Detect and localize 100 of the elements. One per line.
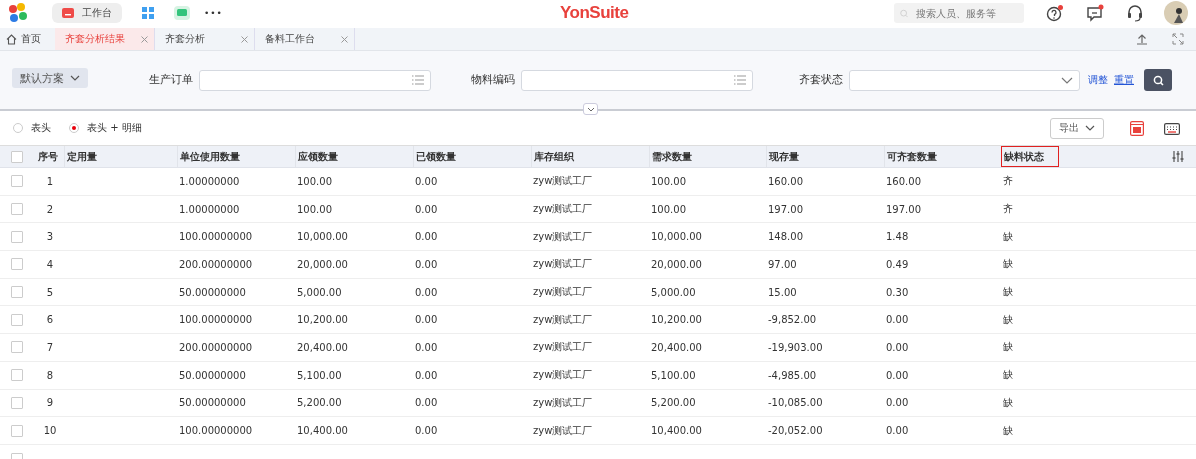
- table-cell: zyw测试工厂: [533, 258, 593, 270]
- chevron-down-icon: [1061, 76, 1073, 84]
- table-cell: 15.00: [768, 286, 797, 298]
- search-field[interactable]: 搜索人员、服务等: [894, 3, 1024, 23]
- table-cell: 1: [46, 175, 54, 187]
- headset-icon[interactable]: [1126, 4, 1144, 22]
- table-cell: zyw测试工厂: [533, 424, 593, 436]
- table-cell: 0.00: [415, 231, 438, 243]
- filter-link[interactable]: 重置: [1114, 73, 1134, 87]
- table-cell: zyw测试工厂: [533, 175, 593, 187]
- tab-label: 齐套分析: [165, 32, 205, 46]
- table-cell: zyw测试工厂: [533, 341, 593, 353]
- column-header: 已领数量: [413, 146, 531, 167]
- table-cell: 100.00: [297, 203, 332, 215]
- grid-icon[interactable]: [142, 7, 154, 19]
- table-cell: 0.00: [415, 203, 438, 215]
- row-checkbox[interactable]: [11, 369, 23, 382]
- table-cell: 0.00: [415, 258, 438, 270]
- collapse-button[interactable]: [583, 103, 598, 115]
- row-checkbox[interactable]: [11, 341, 23, 354]
- table-cell: 100.00: [651, 203, 686, 215]
- chevron-down-icon: [1085, 125, 1095, 131]
- table-cell: 5,200.00: [297, 397, 342, 409]
- page-tab[interactable]: 齐套分析结果: [55, 28, 155, 50]
- select-field[interactable]: [849, 69, 1080, 91]
- table-cell: 197.00: [886, 203, 921, 215]
- table-cell: zyw测试工厂: [533, 286, 593, 298]
- table-cell: 0.00: [415, 175, 438, 187]
- screen-icon: [62, 8, 74, 18]
- workbench-button[interactable]: 工作台: [52, 3, 122, 23]
- app-logo-icon[interactable]: [8, 3, 30, 23]
- help-icon[interactable]: [1046, 4, 1064, 22]
- row-checkbox[interactable]: [11, 313, 23, 326]
- fullscreen-icon[interactable]: [1172, 33, 1184, 45]
- field-label: 生产订单: [149, 73, 193, 87]
- row-checkbox[interactable]: [11, 230, 23, 243]
- chat-icon[interactable]: [1086, 4, 1104, 22]
- table-cell: 0.00: [415, 341, 438, 353]
- table-cell: 5: [46, 286, 54, 298]
- table-cell: 7: [46, 341, 54, 353]
- table-cell: 2: [46, 203, 54, 215]
- input-field[interactable]: [199, 69, 431, 91]
- table-cell: 50.00000000: [179, 286, 246, 298]
- table-cell: 3: [46, 231, 54, 243]
- table-cell: 0.00: [886, 341, 909, 353]
- page-tab[interactable]: 备料工作台: [255, 28, 355, 50]
- page-tab[interactable]: 首页: [0, 28, 55, 50]
- table-cell: 1.00000000: [179, 203, 240, 215]
- table-cell: 10,200.00: [651, 314, 702, 326]
- table-cell: 缺: [1003, 396, 1013, 408]
- table-cell: 0.00: [886, 369, 909, 381]
- table-cell: 100.00000000: [179, 231, 253, 243]
- home-icon: [6, 33, 17, 45]
- close-icon[interactable]: [141, 35, 148, 43]
- row-checkbox[interactable]: [11, 424, 23, 437]
- table-cell: 0.49: [886, 258, 909, 270]
- column-settings-icon[interactable]: [1172, 151, 1184, 162]
- table-cell: 200.00000000: [179, 258, 253, 270]
- search-button[interactable]: [1144, 69, 1172, 91]
- table-cell: 0.00: [415, 425, 438, 437]
- filter-link[interactable]: 调整: [1088, 73, 1108, 87]
- table-cell: 0.00: [886, 397, 909, 409]
- avatar[interactable]: [1164, 1, 1188, 25]
- table-cell: 148.00: [768, 231, 803, 243]
- column-header: 可齐套数量: [884, 146, 1001, 167]
- chevron-down-icon: [70, 75, 80, 81]
- table-cell: 8: [46, 369, 54, 381]
- row-checkbox[interactable]: [11, 258, 23, 271]
- table-cell: 5,100.00: [651, 369, 696, 381]
- table-cell: 10,200.00: [297, 314, 348, 326]
- table-cell: 9: [46, 397, 54, 409]
- ui-icon[interactable]: [1130, 120, 1144, 136]
- radio-label: 表头: [31, 121, 51, 135]
- table-cell: 10,000.00: [651, 231, 702, 243]
- table-cell: 160.00: [768, 175, 803, 187]
- table-cell: 0.00: [415, 397, 438, 409]
- more-button[interactable]: •••: [204, 8, 223, 18]
- input-field[interactable]: [521, 69, 753, 91]
- keyboard-icon[interactable]: [1164, 121, 1180, 135]
- table-cell: 缺: [1003, 230, 1013, 242]
- table-cell: 50.00000000: [179, 397, 246, 409]
- row-checkbox[interactable]: [11, 175, 23, 188]
- close-icon[interactable]: [341, 35, 348, 43]
- table-cell: 20,400.00: [651, 341, 702, 353]
- scheme-dropdown[interactable]: 默认方案: [12, 68, 88, 88]
- table-cell: 1.00000000: [179, 175, 240, 187]
- message-app-icon[interactable]: [174, 6, 190, 20]
- table-cell: zyw测试工厂: [533, 230, 593, 242]
- upload-icon[interactable]: [1136, 33, 1148, 45]
- table-cell: 0.00: [415, 369, 438, 381]
- row-checkbox[interactable]: [11, 396, 23, 409]
- row-checkbox[interactable]: [11, 203, 23, 216]
- table-cell: 缺: [1003, 424, 1013, 436]
- page-tab[interactable]: 齐套分析: [155, 28, 255, 50]
- checkbox[interactable]: [11, 150, 23, 163]
- table-cell: 20,400.00: [297, 341, 348, 353]
- table-cell: 0.00: [886, 314, 909, 326]
- row-checkbox[interactable]: [11, 286, 23, 299]
- close-icon[interactable]: [241, 35, 248, 43]
- export-dropdown[interactable]: 导出: [1050, 117, 1104, 139]
